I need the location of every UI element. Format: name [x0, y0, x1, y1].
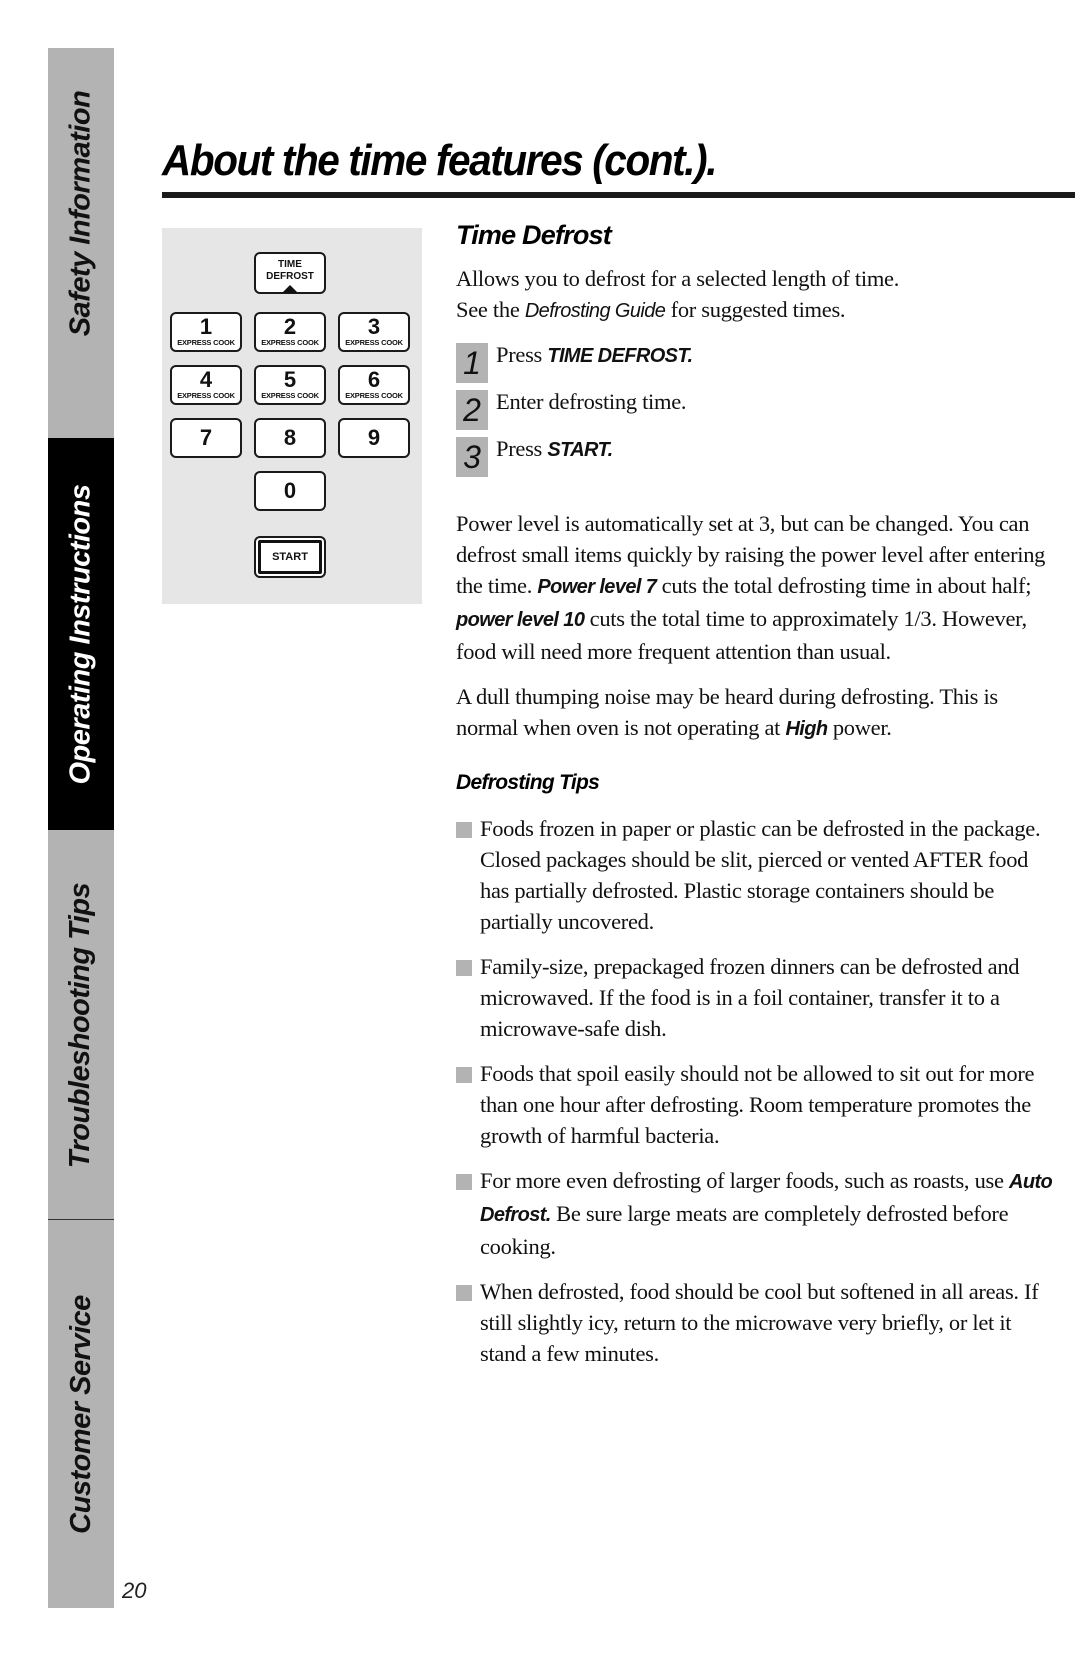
key-number: 2 [283, 314, 297, 339]
key-1: 1 EXPRESS COOK [170, 312, 242, 352]
tip-text-post: Be sure large meats are completely defro… [480, 1201, 1009, 1259]
section-tabs: Safety Information Operating Instruction… [48, 48, 114, 1608]
intro-line-2-post: for suggested times. [665, 297, 846, 322]
tab-customer-service[interactable]: Customer Service [48, 1220, 114, 1608]
tip-text: When defrosted, food should be cool but … [480, 1279, 1039, 1366]
step-item: 3 Press START. [456, 433, 1056, 480]
square-bullet-icon [456, 1285, 472, 1301]
step-text: Press TIME DEFROST. [496, 339, 693, 372]
tab-label: Troubleshooting Tips [64, 882, 97, 1168]
tip-item: When defrosted, food should be cool but … [456, 1276, 1056, 1369]
step-text: Press START. [496, 433, 613, 466]
step-item: 2 Enter defrosting time. [456, 386, 1056, 433]
power-level-10-emphasis: power level 10 [456, 609, 585, 631]
key-sublabel: EXPRESS COOK [261, 391, 319, 400]
key-7: 7 [170, 418, 242, 458]
square-bullet-icon [456, 1067, 472, 1083]
step-number: 2 [456, 390, 488, 430]
page-title: About the time features (cont.). [162, 136, 717, 185]
key-sublabel: EXPRESS COOK [177, 338, 235, 347]
key-5: 5 EXPRESS COOK [254, 365, 326, 405]
square-bullet-icon [456, 822, 472, 838]
tip-item: Family-size, prepackaged frozen dinners … [456, 951, 1056, 1044]
text-run: power. [827, 715, 892, 740]
step-text-pre: Enter defrosting time. [496, 389, 687, 414]
step-text-strong: TIME DEFROST. [547, 345, 693, 367]
main-content: Time Defrost Allows you to defrost for a… [456, 220, 1056, 1383]
key-number: 6 [367, 367, 381, 392]
key-number: 4 [199, 367, 213, 392]
tab-safety-information[interactable]: Safety Information [48, 48, 114, 438]
tab-label: Operating Instructions [64, 484, 97, 784]
tab-label: Safety Information [64, 90, 97, 336]
section-heading: Time Defrost [456, 220, 612, 250]
start-key: START [254, 536, 326, 578]
defrosting-guide-reference: Defrosting Guide [524, 300, 666, 322]
intro-line-2-pre: See the [456, 297, 525, 322]
step-text-strong: START. [547, 439, 613, 461]
title-rule [162, 192, 1075, 198]
key-8: 8 [254, 418, 326, 458]
key-sublabel: EXPRESS COOK [261, 338, 319, 347]
text-run: A dull thumping noise may be heard durin… [456, 684, 998, 740]
tip-text: Family-size, prepackaged frozen dinners … [480, 954, 1020, 1041]
page-number: 20 [122, 1578, 147, 1603]
key-number: 1 [199, 314, 213, 339]
time-defrost-label-2: DEFROST [266, 271, 314, 282]
keypad-illustration: TIME DEFROST 1 EXPRESS COOK 2 EXPRESS CO… [162, 228, 422, 604]
key-number: 5 [283, 367, 297, 392]
key-6: 6 EXPRESS COOK [338, 365, 410, 405]
tab-operating-instructions[interactable]: Operating Instructions [48, 438, 114, 830]
tips-heading: Defrosting Tips [456, 771, 600, 794]
start-key-label: START [258, 540, 322, 574]
key-0: 0 [254, 471, 326, 511]
step-item: 1 Press TIME DEFROST. [456, 339, 1056, 386]
tip-text: For more even defrosting of larger foods… [480, 1168, 1009, 1193]
key-2: 2 EXPRESS COOK [254, 312, 326, 352]
key-number: 0 [283, 478, 297, 503]
tab-label: Customer Service [64, 1294, 97, 1534]
tip-item: For more even defrosting of larger foods… [456, 1165, 1056, 1262]
key-number: 9 [367, 425, 381, 450]
key-4: 4 EXPRESS COOK [170, 365, 242, 405]
key-sublabel: EXPRESS COOK [177, 391, 235, 400]
time-defrost-label-1: TIME [278, 259, 302, 270]
time-defrost-key: TIME DEFROST [254, 252, 326, 294]
key-9: 9 [338, 418, 410, 458]
noise-paragraph: A dull thumping noise may be heard durin… [456, 681, 1056, 745]
step-text-pre: Press [496, 342, 548, 367]
step-text-pre: Press [496, 436, 548, 461]
key-number: 7 [199, 425, 213, 450]
step-number: 3 [456, 437, 488, 477]
key-3: 3 EXPRESS COOK [338, 312, 410, 352]
tip-item: Foods frozen in paper or plastic can be … [456, 813, 1056, 937]
key-sublabel: EXPRESS COOK [345, 391, 403, 400]
key-sublabel: EXPRESS COOK [345, 338, 403, 347]
key-number: 8 [283, 425, 297, 450]
text-run: cuts the total defrosting time in about … [656, 573, 1032, 598]
step-number: 1 [456, 343, 488, 383]
key-number: 3 [367, 314, 381, 339]
step-text: Enter defrosting time. [496, 386, 687, 417]
tab-troubleshooting-tips[interactable]: Troubleshooting Tips [48, 830, 114, 1220]
power-level-7-emphasis: Power level 7 [537, 576, 657, 598]
tip-item: Foods that spoil easily should not be al… [456, 1058, 1056, 1151]
tip-text: Foods that spoil easily should not be al… [480, 1061, 1035, 1148]
intro-text: Allows you to defrost for a selected len… [456, 263, 1056, 327]
tips-list: Foods frozen in paper or plastic can be … [456, 813, 1056, 1369]
tip-text: Foods frozen in paper or plastic can be … [480, 816, 1041, 934]
square-bullet-icon [456, 960, 472, 976]
indicator-triangle-icon [282, 285, 298, 293]
intro-line-1: Allows you to defrost for a selected len… [456, 266, 900, 291]
step-list: 1 Press TIME DEFROST. 2 Enter defrosting… [456, 339, 1056, 480]
high-power-emphasis: High [785, 718, 828, 740]
square-bullet-icon [456, 1174, 472, 1190]
power-level-paragraph: Power level is automatically set at 3, b… [456, 508, 1056, 667]
